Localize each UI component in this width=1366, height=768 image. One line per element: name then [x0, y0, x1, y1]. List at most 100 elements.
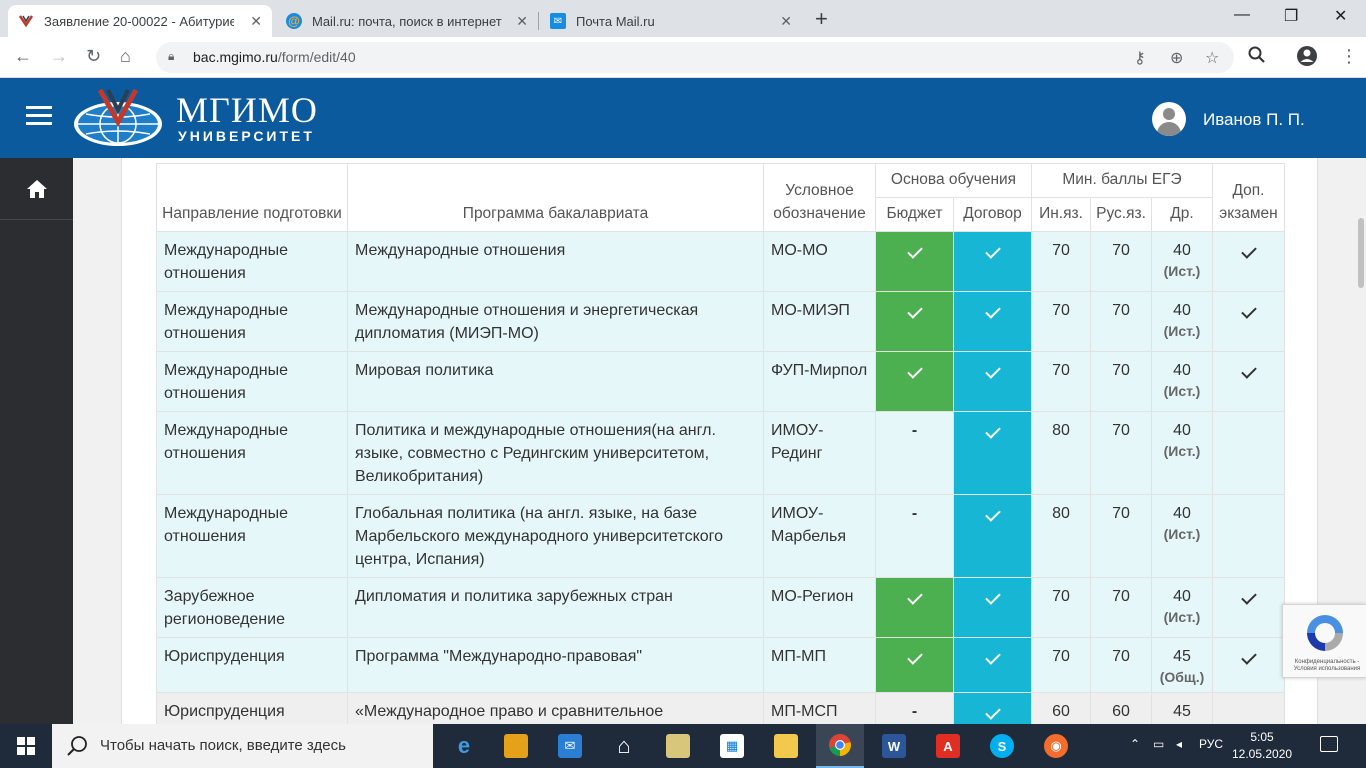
cell-direction: Зарубежное регионоведение	[156, 577, 348, 638]
close-icon[interactable]: ✕	[516, 13, 528, 30]
mail-app[interactable]: ✉	[546, 724, 594, 768]
cell-contract	[953, 637, 1032, 693]
cell-direction: Международные отношения	[156, 351, 348, 412]
cell-direction: Международные отношения	[156, 291, 348, 352]
close-icon[interactable]: ✕	[780, 13, 792, 30]
search-icon[interactable]	[1248, 46, 1266, 69]
sidebar-home-button[interactable]	[0, 158, 73, 220]
checkmark-icon	[906, 303, 923, 319]
skype-app[interactable]: S	[978, 724, 1026, 768]
other-score-value: 40	[1173, 302, 1191, 319]
left-sidebar	[0, 158, 73, 724]
other-score-subject: (Ист.)	[1163, 526, 1201, 542]
header-contract: Договор	[953, 197, 1032, 232]
cell-code: ИМОУ-Рединг	[763, 411, 876, 495]
checkmark-icon	[906, 649, 923, 665]
checkmark-icon	[1240, 303, 1257, 319]
browser-tab-3[interactable]: ✉ Почта Mail.ru ✕	[540, 5, 802, 37]
cell-code: МО-МО	[763, 231, 876, 292]
store-app[interactable]: ▦	[708, 724, 756, 768]
cell-program: Политика и международные отношения(на ан…	[347, 411, 764, 495]
edge-app[interactable]: e	[440, 724, 488, 768]
cell-direction: Международные отношения	[156, 494, 348, 578]
battery-icon[interactable]: ▭	[1153, 737, 1164, 751]
other-score-subject: (Ист.)	[1163, 383, 1201, 399]
profile-icon[interactable]	[1296, 45, 1318, 72]
home-app[interactable]: ⌂	[600, 724, 648, 768]
other-score-value: 40	[1173, 505, 1191, 522]
forward-arrow-icon[interactable]: →	[50, 46, 68, 67]
document-folder-icon	[666, 734, 690, 758]
cell-foreign-score: 70	[1031, 351, 1091, 412]
checkmark-icon	[984, 649, 1001, 665]
word-app[interactable]: W	[870, 724, 918, 768]
notification-icon[interactable]	[1320, 736, 1338, 752]
other-score-value: 45	[1173, 703, 1191, 720]
browser-tab-1[interactable]: Заявление 20-00022 - Абитуриент ✕	[8, 5, 272, 37]
logo-subtitle: УНИВЕРСИТЕТ	[178, 128, 315, 144]
mgimo-emblem-logo[interactable]	[72, 88, 168, 148]
acrobat-app[interactable]: A	[924, 724, 972, 768]
restore-icon[interactable]: ❐	[1284, 6, 1298, 26]
taskbar-clock[interactable]: 5:05 12.05.2020	[1232, 729, 1292, 763]
back-arrow-icon[interactable]: ←	[14, 46, 32, 67]
header-basis: Основа обучения	[875, 163, 1032, 198]
bookmark-star-icon[interactable]: ☆	[1205, 48, 1219, 68]
recaptcha-badge[interactable]: Конфиденциальность - Условия использован…	[1282, 604, 1366, 678]
zoom-icon[interactable]: ⊕	[1170, 48, 1183, 68]
minimize-icon[interactable]: —	[1234, 6, 1250, 24]
scrollbar-thumb[interactable]	[1358, 218, 1364, 288]
cell-contract	[953, 231, 1032, 292]
notes-app[interactable]	[492, 724, 540, 768]
new-tab-button[interactable]: +	[815, 6, 828, 32]
recaptcha-text[interactable]: Конфиденциальность - Условия использован…	[1287, 659, 1366, 673]
volume-icon[interactable]: ◂	[1176, 737, 1182, 751]
cell-code: МП-МСП	[763, 692, 876, 724]
home-icon[interactable]: ⌂	[120, 46, 131, 67]
table-row: Международные отношения Международные отн…	[156, 291, 1285, 352]
folder-icon	[774, 734, 798, 758]
cell-budget	[875, 577, 954, 638]
table-row: Международные отношения Мировая политика Ф…	[156, 351, 1285, 412]
skype-icon: S	[990, 734, 1014, 758]
start-button[interactable]	[0, 724, 52, 768]
cell-extra-exam	[1212, 692, 1285, 724]
tab-title: Заявление 20-00022 - Абитуриент	[44, 13, 234, 29]
checkmark-icon	[906, 363, 923, 379]
taskbar-search[interactable]: Чтобы начать поиск, введите здесь	[52, 724, 433, 768]
cell-budget	[875, 637, 954, 693]
menu-dots-icon[interactable]: ⋮	[1340, 46, 1358, 67]
cell-direction: Международные отношения	[156, 231, 348, 292]
cell-foreign-score: 80	[1031, 494, 1091, 578]
files-app[interactable]	[654, 724, 702, 768]
windows-logo-icon	[17, 737, 35, 755]
close-icon[interactable]: ✕	[250, 13, 262, 30]
edge-icon: e	[457, 733, 471, 758]
address-bar: ← → ↻ ⌂ 🔒︎ bac.mgimo.ru/form/edit/40 ⚷ ⊕…	[0, 37, 1366, 78]
hamburger-menu-icon[interactable]	[26, 106, 52, 126]
user-avatar[interactable]	[1152, 102, 1186, 136]
key-icon[interactable]: ⚷	[1134, 48, 1146, 68]
url-field[interactable]: 🔒︎ bac.mgimo.ru/form/edit/40 ⚷ ⊕ ☆	[156, 42, 1234, 73]
explorer-app[interactable]	[762, 724, 810, 768]
origin-app[interactable]: ◉	[1032, 724, 1080, 768]
cell-foreign-score: 70	[1031, 637, 1091, 693]
cell-russian-score: 70	[1090, 231, 1152, 292]
language-indicator[interactable]: РУС	[1199, 737, 1223, 751]
tab-title: Mail.ru: почта, поиск в интернете	[312, 13, 502, 29]
cell-extra-exam	[1212, 351, 1285, 412]
tray-chevron-icon[interactable]: ⌃	[1130, 737, 1140, 751]
table-row: Международные отношения Политика и междун…	[156, 411, 1285, 495]
reload-icon[interactable]: ↻	[86, 46, 101, 67]
mgimo-favicon	[18, 13, 34, 29]
chrome-app[interactable]	[816, 724, 864, 768]
window-close-icon[interactable]: ✕	[1334, 6, 1347, 26]
cell-contract	[953, 577, 1032, 638]
logo-title: МГИМО	[176, 90, 318, 130]
user-name[interactable]: Иванов П. П.	[1203, 110, 1305, 130]
cell-foreign-score: 80	[1031, 411, 1091, 495]
cell-russian-score: 70	[1090, 494, 1152, 578]
notes-icon	[504, 734, 528, 758]
browser-tab-2[interactable]: @ Mail.ru: почта, поиск в интернете ✕	[276, 5, 538, 37]
main-panel: Направление подготовки Программа бакалав…	[121, 158, 1318, 724]
